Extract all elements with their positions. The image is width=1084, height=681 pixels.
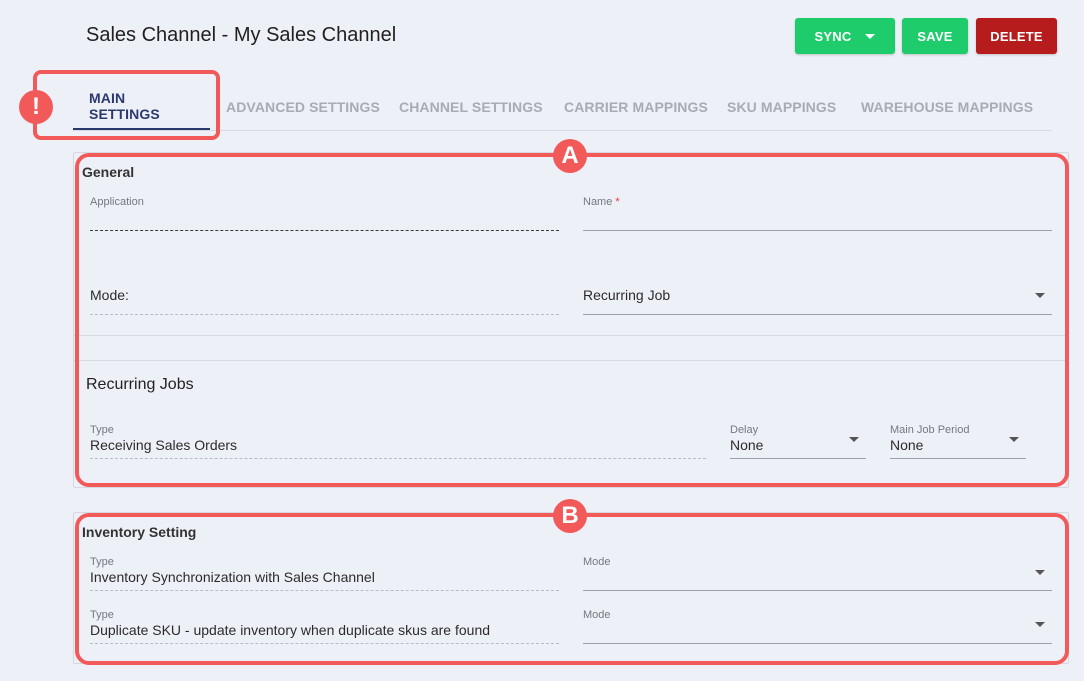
tab-sku-mappings[interactable]: SKU MAPPINGS bbox=[727, 83, 836, 130]
tab-advanced-settings[interactable]: ADVANCED SETTINGS bbox=[226, 83, 380, 130]
save-button[interactable]: SAVE bbox=[902, 18, 968, 54]
alert-icon: ! bbox=[19, 90, 53, 124]
sync-button[interactable]: SYNC bbox=[795, 18, 895, 54]
tab-channel-settings[interactable]: CHANNEL SETTINGS bbox=[399, 83, 543, 130]
section-b-highlight-box bbox=[75, 513, 1069, 665]
tab-carrier-mappings[interactable]: CARRIER MAPPINGS bbox=[564, 83, 708, 130]
section-a-badge: A bbox=[553, 139, 587, 173]
chevron-down-icon bbox=[865, 33, 876, 39]
delete-button[interactable]: DELETE bbox=[976, 18, 1057, 54]
tab-highlight-box bbox=[33, 70, 220, 140]
section-a-highlight-box bbox=[75, 153, 1069, 487]
page-title: Sales Channel - My Sales Channel bbox=[86, 24, 397, 46]
section-b-badge: B bbox=[553, 499, 587, 533]
sync-button-label: SYNC bbox=[814, 28, 852, 44]
tab-warehouse-mappings[interactable]: WAREHOUSE MAPPINGS bbox=[861, 83, 1033, 130]
